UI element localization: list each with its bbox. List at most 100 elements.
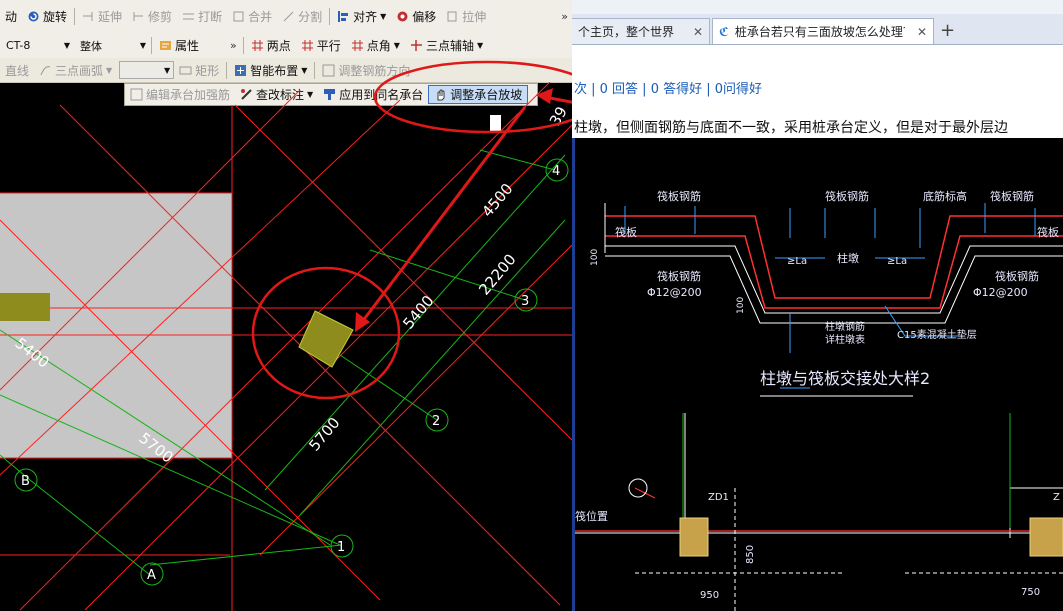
cursor	[490, 115, 501, 132]
move-button[interactable]: 动	[0, 6, 22, 28]
pier-block	[1029, 517, 1063, 557]
rotate-button[interactable]: 旋转	[22, 6, 72, 28]
parallel-button[interactable]: 平行	[296, 35, 346, 57]
align-dropdown-icon: ▼	[380, 12, 387, 21]
stretch-button[interactable]: 拉伸	[441, 6, 491, 28]
align-label: 对齐	[353, 10, 378, 24]
scope-select[interactable]: 整体 ▼	[77, 37, 149, 55]
move-label: 动	[5, 10, 18, 24]
adjust-rebar-label: 调整钢筋方向	[338, 63, 411, 78]
axis-label: 1	[337, 540, 345, 555]
align-button[interactable]: 对齐 ▼	[332, 6, 391, 28]
toolbar-overflow-chevron[interactable]: »	[557, 10, 572, 23]
tab-home[interactable]: 个主页，整个世界 ✕	[572, 18, 710, 44]
detail-label: 柱墩	[837, 251, 859, 265]
detail-label: 柱墩钢筋	[825, 320, 865, 333]
smart-layout-button[interactable]: 智能布置 ▼	[229, 59, 312, 81]
detail-dim: 950	[700, 590, 719, 601]
detail-label: 筏板	[615, 225, 637, 239]
cad-canvas[interactable]: 5400 5700 4500 22200 5400 5700 39 4 3 2 …	[0, 82, 572, 611]
detail-label: Φ12@200	[647, 286, 702, 299]
divider	[226, 61, 228, 79]
question-description: 柱墩，但侧面钢筋与底面不一致，采用桩承台定义，但是对于最外层边	[574, 120, 1008, 136]
break-button[interactable]: 打断	[177, 6, 227, 28]
merge-button[interactable]: 合并	[227, 6, 277, 28]
trim-button[interactable]: 修剪	[127, 6, 177, 28]
rotate-label: 旋转	[43, 10, 68, 24]
detail-caption: 柱墩与筏板交接处大样2	[760, 369, 930, 388]
merge-icon	[233, 11, 244, 22]
axis-label: B	[21, 474, 30, 489]
split-icon	[283, 11, 294, 22]
detail-label: 筏板钢筋	[995, 269, 1039, 283]
detail-label: 筏板	[1037, 225, 1059, 239]
arc-icon	[40, 65, 51, 75]
adjust-rebar-button[interactable]: 调整钢筋方向	[317, 59, 415, 81]
question-stats[interactable]: 次 | 0 回答 | 0 答得好 | 0问得好	[574, 78, 762, 97]
detail-label: ZD1	[708, 492, 729, 503]
arc-button[interactable]: 三点画弧 ▼	[34, 59, 117, 81]
chevron-down-icon: ▼	[139, 41, 146, 50]
component-select-value: CT-8	[6, 39, 31, 52]
offset-icon	[397, 11, 408, 22]
rect-icon	[179, 66, 192, 74]
chevron-down-icon: ▼	[106, 65, 113, 75]
detail-drawing: 筏板钢筋 筏板钢筋 底筋标高 筏板钢筋 筏板 筏板 筏板钢筋 筏板钢筋 柱墩 ≥…	[575, 138, 1063, 611]
detail-label: C15素混凝土垫层	[897, 328, 977, 341]
three-point-axis-icon	[410, 40, 422, 51]
detail-label: 详柱墩表	[825, 333, 865, 346]
offset-button[interactable]: 偏移	[391, 6, 441, 28]
point-angle-label: 点角	[366, 39, 391, 53]
three-point-axis-button[interactable]: 三点辅轴 ▼	[405, 35, 488, 57]
chevron-down-icon: ▼	[476, 41, 484, 50]
break-label: 打断	[198, 10, 223, 24]
new-tab-button[interactable]: +	[940, 20, 955, 41]
split-button[interactable]: 分割	[277, 6, 327, 28]
smart-layout-icon	[235, 64, 247, 76]
align-icon	[338, 11, 349, 22]
merge-label: 合并	[248, 10, 273, 24]
rect-label: 矩形	[195, 63, 220, 78]
chevron-down-icon: ▼	[393, 41, 400, 50]
toolbar-overflow-chevron[interactable]: »	[226, 39, 241, 52]
angle-select[interactable]: ▼	[119, 61, 175, 79]
detail-dim: 850	[745, 545, 756, 564]
scope-select-value: 整体	[80, 39, 102, 53]
extend-icon	[83, 12, 93, 21]
parallel-axis-icon	[301, 40, 313, 51]
properties-icon	[160, 41, 171, 50]
two-points-button[interactable]: 两点	[246, 35, 296, 57]
chevron-down-icon: ▼	[164, 65, 171, 75]
chevron-down-icon: ▼	[301, 65, 308, 75]
extend-label: 延伸	[98, 10, 123, 24]
properties-button[interactable]: 属性	[154, 35, 204, 57]
detail-label: ≥La	[887, 256, 907, 267]
detail-label: 筏板钢筋	[657, 269, 701, 283]
tab-question[interactable]: ℭ 桩承台若只有三面放坡怎么处理？ ✕	[712, 18, 934, 44]
axis-label: 2	[432, 414, 440, 429]
tab-bar: 个主页，整个世界 ✕ ℭ 桩承台若只有三面放坡怎么处理？ ✕ +	[572, 14, 1063, 45]
trim-label: 修剪	[148, 10, 173, 24]
column-pier-left[interactable]	[0, 293, 50, 321]
point-angle-button[interactable]: 点角 ▼	[346, 35, 405, 57]
divider	[242, 37, 244, 54]
break-icon	[183, 13, 195, 20]
axis-label: 3	[521, 294, 529, 309]
extend-button[interactable]: 延伸	[77, 6, 127, 28]
properties-label: 属性	[175, 39, 200, 53]
rect-button[interactable]: 矩形	[174, 59, 224, 81]
tab-question-label: 桩承台若只有三面放坡怎么处理？	[734, 25, 905, 39]
browser-menubar	[572, 0, 1063, 14]
line-button[interactable]: 直线	[0, 59, 34, 81]
stretch-label: 拉伸	[462, 10, 487, 24]
detail-label: 筏板钢筋	[657, 189, 701, 203]
detail-label: Z	[1053, 492, 1060, 503]
tab-home-label: 个主页，整个世界	[578, 25, 675, 39]
pier-block	[679, 517, 709, 557]
component-select[interactable]: CT-8 ▼	[3, 37, 73, 55]
toolbar-edit: 动 旋转 延伸 修剪 打断 合并 分割 对齐 ▼ 偏移 拉伸 »	[0, 0, 572, 34]
close-icon[interactable]: ✕	[693, 25, 703, 39]
close-icon[interactable]: ✕	[917, 25, 927, 39]
parallel-label: 平行	[316, 39, 341, 53]
axis-label: 4	[552, 164, 560, 179]
